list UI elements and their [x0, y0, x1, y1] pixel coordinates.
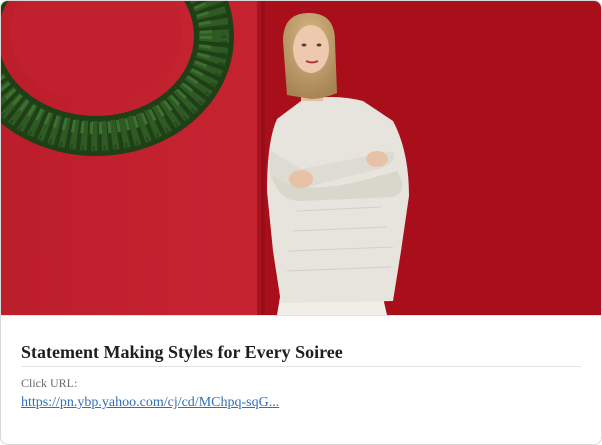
- hero-image[interactable]: [1, 1, 601, 316]
- ad-card: Statement Making Styles for Every Soiree…: [0, 0, 602, 445]
- click-url-label: Click URL:: [21, 376, 78, 390]
- ad-headline[interactable]: Statement Making Styles for Every Soiree: [21, 340, 581, 367]
- click-url-link[interactable]: https://pn.ybp.yahoo.com/cj/cd/MChpq-sqG…: [21, 394, 279, 412]
- hero-photo: [1, 1, 601, 315]
- ad-content: Statement Making Styles for Every Soiree…: [1, 316, 601, 412]
